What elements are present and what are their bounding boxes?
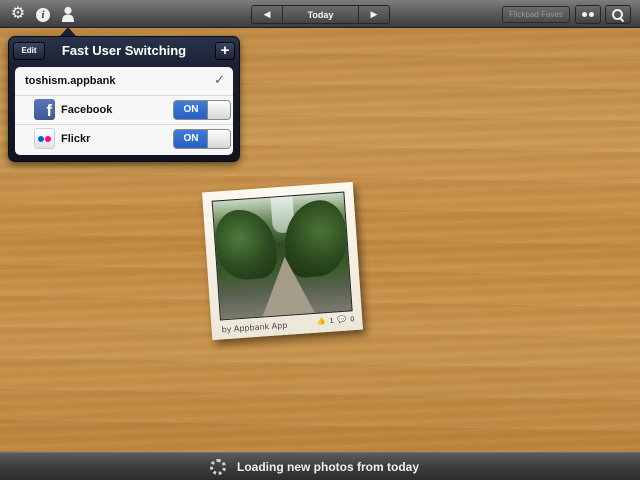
flickr-toggle[interactable]: ON	[173, 129, 231, 149]
popover-arrow	[60, 27, 76, 36]
date-navigator: ◀ Today ▶	[251, 5, 390, 24]
status-text: Loading new photos from today	[237, 460, 419, 474]
comment-count: 0	[350, 315, 355, 323]
loading-spinner-icon	[210, 459, 226, 475]
status-bar: Loading new photos from today	[0, 452, 640, 480]
prev-day-button[interactable]: ◀	[252, 6, 283, 23]
account-row[interactable]: toshism.appbank ✓	[15, 67, 233, 96]
photo-stats: 👍 1 💬 0	[317, 315, 355, 326]
toggle-on-label: ON	[174, 101, 208, 119]
service-row-flickr: Flickr ON	[15, 125, 233, 155]
account-name: toshism.appbank	[25, 75, 116, 87]
user-icon[interactable]	[59, 5, 77, 23]
info-icon[interactable]: i	[34, 5, 52, 23]
account-list: toshism.appbank ✓ f Facebook ON Flickr O…	[15, 67, 233, 155]
gear-icon[interactable]: ⚙	[9, 5, 27, 23]
service-label-flickr: Flickr	[61, 133, 91, 145]
edit-button[interactable]: Edit	[13, 42, 45, 60]
popover-header: Edit Fast User Switching +	[9, 37, 239, 64]
service-label-facebook: Facebook	[61, 104, 113, 116]
popover-title: Fast User Switching	[61, 43, 187, 58]
search-icon	[612, 8, 624, 21]
toggle-knob	[207, 101, 230, 119]
toggle-on-label: ON	[174, 130, 208, 148]
add-account-button[interactable]: +	[215, 42, 235, 60]
date-label: Today	[307, 9, 334, 20]
toggle-knob	[207, 130, 230, 148]
flickr-button[interactable]	[575, 5, 601, 24]
comment-icon: 💬	[337, 316, 347, 325]
photo-card[interactable]: by Appbank App 👍 1 💬 0	[202, 181, 363, 341]
like-count: 1	[329, 317, 334, 325]
thumbs-up-icon: 👍	[316, 318, 327, 326]
facebook-icon: f	[34, 99, 55, 120]
fast-user-switching-popover: Edit Fast User Switching + toshism.appba…	[8, 36, 240, 162]
top-toolbar: ⚙ i ◀ Today ▶ Flickpad Faves	[0, 0, 640, 28]
facebook-toggle[interactable]: ON	[173, 100, 231, 120]
flickr-icon	[582, 12, 594, 17]
search-button[interactable]	[605, 5, 631, 24]
service-row-facebook: f Facebook ON	[15, 96, 233, 125]
flickpad-faves-button[interactable]: Flickpad Faves	[502, 6, 570, 23]
photo-caption: by Appbank App	[221, 320, 288, 335]
photo-image[interactable]	[211, 191, 353, 321]
flickr-icon	[34, 128, 55, 149]
checkmark-icon: ✓	[214, 72, 225, 87]
next-day-button[interactable]: ▶	[358, 6, 389, 23]
